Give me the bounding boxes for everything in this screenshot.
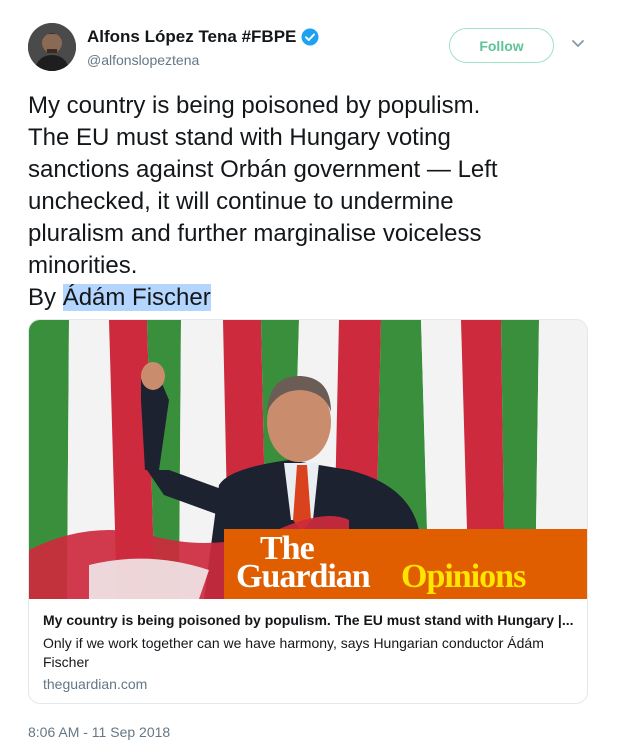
avatar[interactable] (28, 23, 76, 71)
chevron-down-icon[interactable] (571, 39, 585, 49)
guardian-logo-guardian: Guardian (236, 558, 371, 595)
author-name-row[interactable]: Alfons López Tena #FBPE (87, 27, 319, 47)
handle[interactable]: @alfonslopeztena (87, 52, 199, 68)
card-description: Only if we work together can we have har… (43, 635, 544, 670)
timestamp[interactable]: 8:06 AM - 11 Sep 2018 (28, 724, 170, 740)
link-card[interactable]: The Guardian Opinions My country is bein… (28, 319, 588, 704)
verified-badge-icon (301, 28, 319, 46)
tweet-text-main: My country is being poisoned by populism… (28, 92, 498, 311)
tweet-text-highlighted: Ádám Fischer (62, 284, 211, 311)
card-domain: theguardian.com (43, 676, 148, 692)
card-title[interactable]: My country is being poisoned by populism… (43, 612, 578, 628)
tweet-text: My country is being poisoned by populism… (28, 90, 598, 314)
display-name[interactable]: Alfons López Tena #FBPE (87, 27, 296, 47)
follow-button[interactable]: Follow (449, 28, 554, 63)
tweet: Alfons López Tena #FBPE @alfonslopeztena… (0, 0, 623, 751)
guardian-logo-opinions: Opinions (401, 558, 526, 595)
